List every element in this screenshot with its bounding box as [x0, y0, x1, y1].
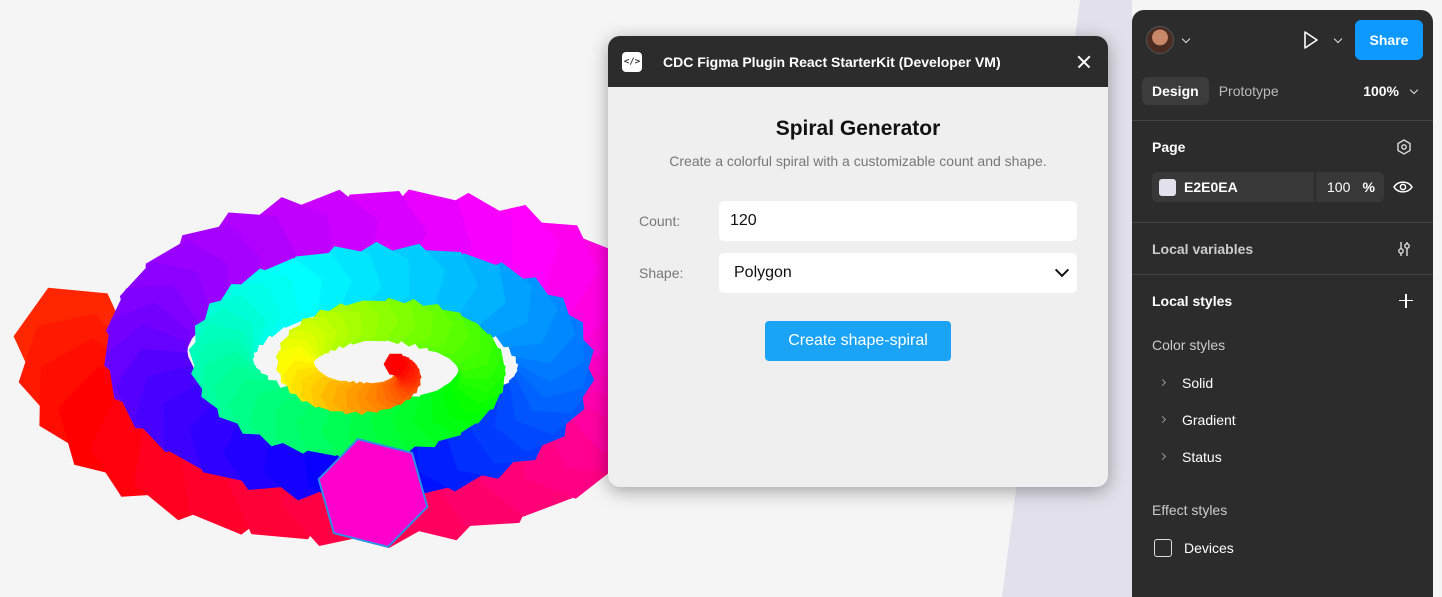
eye-icon[interactable] — [1393, 180, 1413, 194]
share-button[interactable]: Share — [1355, 20, 1423, 60]
effect-style-icon — [1154, 539, 1172, 557]
sliders-icon[interactable] — [1395, 240, 1413, 258]
tab-prototype[interactable]: Prototype — [1209, 77, 1289, 105]
avatar[interactable] — [1146, 26, 1174, 54]
zoom-value: 100% — [1363, 83, 1399, 99]
play-icon[interactable] — [1299, 29, 1321, 51]
page-section-header: Page — [1152, 121, 1413, 172]
page-settings-icon[interactable] — [1395, 138, 1413, 156]
properties-panel: Share Design Prototype 100% Page E2E0EA … — [1132, 10, 1433, 597]
page-opacity-field[interactable]: 100 % — [1316, 172, 1384, 202]
shape-label: Shape: — [639, 265, 684, 281]
count-label: Count: — [639, 213, 681, 229]
page-color-field[interactable]: E2E0EA — [1152, 172, 1314, 202]
tab-design[interactable]: Design — [1142, 77, 1209, 105]
page-opacity-unit: % — [1362, 179, 1375, 195]
page-section: Page E2E0EA 100 % — [1132, 121, 1433, 202]
close-icon[interactable] — [1074, 52, 1094, 72]
chevron-down-icon — [1054, 263, 1070, 278]
page-section-title: Page — [1152, 138, 1186, 155]
count-input[interactable]: 120 — [719, 201, 1077, 241]
color-style-label: Gradient — [1182, 411, 1236, 428]
plugin-window-title: CDC Figma Plugin React StarterKit (Devel… — [663, 53, 1001, 70]
panel-tabs: Design Prototype 100% — [1132, 70, 1433, 112]
effect-styles-title: Effect styles — [1152, 502, 1228, 518]
shape-select-value: Polygon — [734, 264, 792, 281]
chevron-down-icon — [1409, 85, 1419, 94]
local-styles-section: Local styles Color styles Solid Gradient… — [1132, 275, 1433, 567]
color-style-label: Status — [1182, 448, 1222, 465]
chevron-down-icon[interactable] — [1181, 34, 1191, 43]
plugin-body: Spiral Generator Create a colorful spira… — [608, 117, 1108, 361]
color-styles-title: Color styles — [1152, 337, 1226, 353]
panel-toolbar: Share — [1132, 10, 1433, 70]
count-row: Count: 120 — [639, 201, 1077, 241]
page-color-swatch[interactable] — [1159, 178, 1176, 196]
zoom-dropdown[interactable]: 100% — [1363, 83, 1423, 99]
local-variables-title: Local variables — [1152, 240, 1254, 257]
local-variables-header[interactable]: Local variables — [1152, 223, 1413, 274]
effect-style-label: Devices — [1184, 540, 1234, 556]
chevron-right-icon — [1158, 378, 1167, 387]
page-opacity-value: 100 — [1327, 179, 1351, 195]
plugin-window: </> CDC Figma Plugin React StarterKit (D… — [608, 36, 1108, 487]
color-style-label: Solid — [1182, 374, 1214, 391]
effect-style-devices[interactable]: Devices — [1152, 529, 1413, 567]
plugin-heading: Spiral Generator — [775, 117, 941, 140]
page-color-row: E2E0EA 100 % — [1152, 172, 1413, 202]
local-variables-section: Local variables — [1132, 223, 1433, 274]
code-icon: </> — [622, 51, 642, 72]
page-color-hex: E2E0EA — [1184, 179, 1238, 195]
color-style-gradient[interactable]: Gradient — [1152, 401, 1413, 438]
chevron-down-icon[interactable] — [1333, 34, 1343, 43]
plus-icon[interactable] — [1399, 293, 1413, 308]
shape-select[interactable]: Polygon — [719, 253, 1077, 293]
plugin-header: </> CDC Figma Plugin React StarterKit (D… — [608, 36, 1108, 87]
shape-row: Shape: Polygon — [639, 253, 1077, 293]
chevron-right-icon — [1158, 452, 1167, 461]
local-styles-header: Local styles — [1152, 275, 1413, 326]
create-spiral-button[interactable]: Create shape-spiral — [765, 321, 951, 361]
color-style-status[interactable]: Status — [1152, 438, 1413, 475]
color-style-solid[interactable]: Solid — [1152, 364, 1413, 401]
local-styles-title: Local styles — [1152, 292, 1233, 309]
chevron-right-icon — [1158, 415, 1167, 424]
plugin-subtitle: Create a colorful spiral with a customiz… — [669, 153, 1047, 169]
